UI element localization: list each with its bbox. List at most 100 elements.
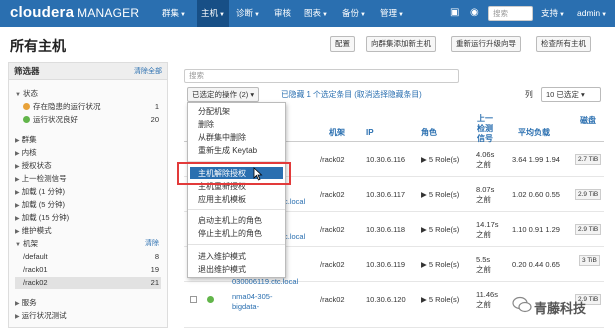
row-hostname-link[interactable]: c.local	[284, 197, 305, 207]
row-roles[interactable]: ▶ 5 Role(s)	[421, 295, 459, 305]
running-commands-icon[interactable]: ◉	[470, 7, 479, 18]
watermark: 青藤科技	[494, 288, 614, 324]
menu-enter-maintenance[interactable]: 进入维护模式	[198, 251, 246, 262]
filters-sidebar: 筛选器 清除全部 ▼ 状态 存在隐患的运行状况 1 运行状况良好 20 ▶ 群集 ▶ 内核…	[8, 62, 168, 328]
nav-admin[interactable]: 管理▼	[376, 0, 408, 27]
tasks-icon[interactable]: ▣	[450, 7, 459, 18]
row-load: 1.10 0.91 1.29	[512, 225, 560, 234]
row-heartbeat: 8.07s 之前	[476, 185, 495, 204]
menu-regenerate-keytab[interactable]: 重新生成 Keytab	[198, 145, 257, 156]
filter-status-concerning[interactable]: 存在隐患的运行状况 1	[15, 101, 161, 113]
filter-group-last-heartbeat[interactable]: ▶ 上一检测信号	[15, 173, 161, 185]
menu-start-roles[interactable]: 启动主机上的角色	[198, 215, 262, 226]
row-rack: /rack02	[320, 260, 345, 269]
filter-group-maintenance[interactable]: ▶ 维护模式	[15, 225, 161, 237]
filter-rack-rack01[interactable]: /rack01 19	[15, 264, 161, 276]
row-roles[interactable]: ▶ 5 Role(s)	[421, 225, 459, 235]
menu-divider	[188, 209, 285, 210]
columns-select[interactable]: 10 已选定 ▾	[541, 87, 601, 102]
filter-group-health-tests[interactable]: ▶ 运行状况测试	[15, 310, 161, 322]
config-button[interactable]: 配置	[330, 36, 355, 52]
filter-rack-rack02[interactable]: /rack02 21	[15, 277, 161, 289]
add-hosts-button[interactable]: 向群集添加新主机	[366, 36, 436, 52]
row-heartbeat: 4.06s 之前	[476, 150, 495, 169]
top-nav: cloudera MANAGER 群集▼ 主机▼ 诊断▼ 审核 图表▼ 备份▼ 管…	[0, 0, 615, 27]
row-roles[interactable]: ▶ 5 Role(s)	[421, 155, 459, 165]
row-roles[interactable]: ▶ 5 Role(s)	[421, 260, 459, 270]
menu-stop-roles[interactable]: 停止主机上的角色	[198, 228, 262, 239]
row-disk: 3 TiB	[579, 255, 600, 266]
selection-info-link[interactable]: 已隐藏 1 个选定条目 (取消选择隐藏条目)	[281, 87, 422, 102]
clear-all-filters-link[interactable]: 清除全部	[134, 63, 162, 80]
filter-group-rack[interactable]: ▼ 机架 清除	[15, 238, 161, 250]
expand-arrow-icon: ▶	[421, 225, 429, 234]
row-load: 3.64 1.99 1.94	[512, 155, 560, 164]
col-last-heartbeat[interactable]: 上一检测信号	[477, 114, 497, 144]
good-status-icon	[207, 296, 214, 303]
clear-rack-filter-link[interactable]: 清除	[145, 238, 159, 250]
col-roles[interactable]: 角色	[421, 128, 437, 138]
expand-arrow-icon: ▶	[421, 295, 429, 304]
watermark-text: 青藤科技	[534, 301, 587, 316]
filter-group-load-1[interactable]: ▶ 加载 (1 分钟)	[15, 186, 161, 198]
row-ip: 10.30.6.118	[366, 225, 406, 234]
selected-actions-button[interactable]: 已选定的操作 (2) ▾	[187, 87, 260, 102]
nav-search-input[interactable]: 搜索	[488, 6, 533, 21]
nav-clusters[interactable]: 群集▼	[158, 0, 190, 27]
nav-hosts[interactable]: 主机▼	[197, 0, 229, 27]
row-disk: 2.9 TiB	[575, 224, 602, 235]
row-hostname-link[interactable]: c.local	[284, 232, 305, 242]
row-roles[interactable]: ▶ 5 Role(s)	[421, 190, 459, 200]
row-hostname-link[interactable]: nma04-305-bigdata-	[232, 292, 292, 312]
highlight-annotation-box	[177, 162, 291, 185]
row-checkbox[interactable]	[190, 296, 197, 303]
filter-group-load-5[interactable]: ▶ 加载 (5 分钟)	[15, 199, 161, 211]
filter-group-cluster[interactable]: ▶ 群集	[15, 134, 161, 146]
menu-delete[interactable]: 删除	[198, 119, 214, 130]
row-heartbeat: 5.5s 之前	[476, 255, 491, 274]
col-rack[interactable]: 机架	[329, 128, 345, 138]
row-load: 1.02 0.60 0.55	[512, 190, 560, 199]
filters-header: 筛选器 清除全部	[9, 63, 167, 80]
chevron-down-icon: ▾	[250, 90, 255, 99]
menu-assign-rack[interactable]: 分配机架	[198, 106, 230, 117]
hosts-search-input[interactable]: 搜索	[184, 69, 459, 83]
col-ip[interactable]: IP	[366, 128, 374, 138]
cloudera-logo[interactable]: cloudera MANAGER	[10, 4, 139, 21]
expand-arrow-icon: ▶	[421, 190, 429, 199]
menu-divider	[188, 244, 285, 245]
filter-rack-default[interactable]: /default 8	[15, 251, 161, 263]
rerun-upgrade-wizard-button[interactable]: 重新运行升级向导	[451, 36, 521, 52]
col-disk[interactable]: 磁盘	[580, 116, 596, 126]
nav-audit[interactable]: 审核	[270, 0, 295, 27]
row-disk: 2.9 TiB	[575, 189, 602, 200]
col-load-average[interactable]: 平均负载	[518, 128, 550, 138]
inspect-all-hosts-button[interactable]: 检查所有主机	[536, 36, 591, 52]
page-title: 所有主机	[10, 38, 66, 54]
nav-support[interactable]: 支持▼	[537, 0, 569, 27]
filter-group-load-15[interactable]: ▶ 加载 (15 分钟)	[15, 212, 161, 224]
row-ip: 10.30.6.119	[366, 260, 406, 269]
filter-group-services[interactable]: ▶ 服务	[15, 297, 161, 309]
filter-group-status[interactable]: ▼ 状态	[15, 88, 161, 100]
menu-remove-from-cluster[interactable]: 从群集中删除	[198, 132, 246, 143]
filter-status-good[interactable]: 运行状况良好 20	[15, 114, 161, 126]
row-ip: 10.30.6.116	[366, 155, 406, 164]
menu-apply-host-template[interactable]: 应用主机模板	[198, 194, 246, 205]
row-rack: /rack02	[320, 225, 345, 234]
filter-group-authorization[interactable]: ▶ 授权状态	[15, 160, 161, 172]
nav-charts[interactable]: 图表▼	[300, 0, 332, 27]
good-status-icon	[23, 116, 30, 123]
nav-user-menu[interactable]: admin▼	[573, 0, 611, 27]
expand-arrow-icon: ▶	[421, 260, 429, 269]
expand-arrow-icon: ▶	[421, 155, 429, 164]
menu-exit-maintenance[interactable]: 退出维护模式	[198, 264, 246, 275]
row-load: 0.20 0.44 0.65	[512, 260, 560, 269]
columns-label: 列	[525, 90, 533, 99]
wechat-icon	[512, 296, 532, 313]
nav-diagnostics[interactable]: 诊断▼	[232, 0, 264, 27]
nav-backup[interactable]: 备份▼	[338, 0, 370, 27]
row-rack: /rack02	[320, 190, 345, 199]
filter-group-kernel[interactable]: ▶ 内核	[15, 147, 161, 159]
concerning-status-icon	[23, 103, 30, 110]
